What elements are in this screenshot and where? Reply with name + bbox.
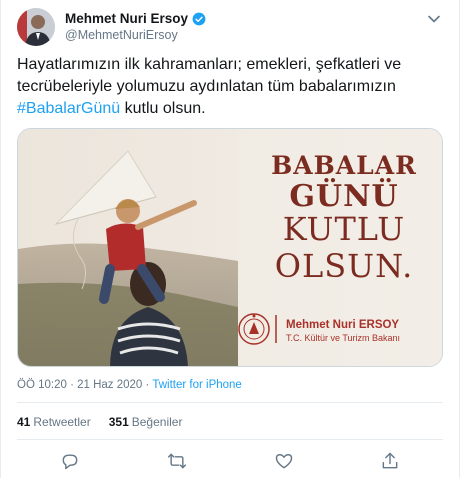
hashtag-link[interactable]: #BabalarGünü: [17, 100, 120, 117]
tweet-header: Mehmet Nuri Ersoy @MehmetNuriErsoy: [17, 8, 443, 48]
retweets-stat[interactable]: 41 Retweetler: [17, 415, 91, 429]
image-title-line1: BABALAR: [271, 151, 417, 180]
verified-badge-icon: [192, 12, 206, 25]
tweet-text-line: tecrübeleriyle yolumuzu aydınlatan tüm b…: [17, 78, 396, 95]
tweet-text-line: #BabalarGünü kutlu olsun.: [17, 98, 441, 120]
avatar[interactable]: [17, 8, 55, 46]
tweet-actions: [1, 450, 459, 472]
reply-icon: [62, 454, 78, 470]
like-icon: [275, 454, 293, 469]
tweet-stats: 41 Retweetler 351 Beğeniler: [17, 415, 182, 429]
author-name[interactable]: Mehmet Nuri Ersoy: [65, 11, 188, 26]
author-block: Mehmet Nuri Ersoy @MehmetNuriErsoy: [65, 11, 206, 42]
divider: [17, 439, 443, 440]
signature-title: T.C. Kültür ve Turizm Bakanı: [286, 333, 400, 343]
author-handle[interactable]: @MehmetNuriErsoy: [65, 28, 206, 42]
ministry-emblem-icon: [238, 313, 270, 345]
more-options-button[interactable]: [425, 10, 443, 28]
meta-separator: ·: [66, 379, 78, 391]
tweet-text-line: Hayatlarımızın ilk kahramanları; emekler…: [17, 56, 402, 73]
tweet-source-link[interactable]: Twitter for iPhone: [152, 379, 241, 391]
likes-label: Beğeniler: [131, 415, 183, 429]
share-button[interactable]: [379, 450, 401, 472]
meta-separator: ·: [142, 379, 153, 391]
retweets-label: Retweetler: [33, 415, 91, 429]
tweet-image[interactable]: BABALAR GÜNÜ KUTLU OLSUN. Mehmet Nuri ER…: [17, 128, 443, 367]
tweet-date[interactable]: 21 Haz 2020: [77, 379, 142, 391]
avatar-portrait-icon: [17, 8, 55, 46]
author-name-row: Mehmet Nuri Ersoy: [65, 11, 206, 26]
chevron-down-icon: [428, 15, 440, 23]
tweet-timestamp: ÖÖ 10:20 · 21 Haz 2020 · Twitter for iPh…: [17, 379, 242, 391]
retweet-icon: [167, 453, 187, 469]
tweet-time[interactable]: ÖÖ 10:20: [17, 379, 67, 391]
signature-name: Mehmet Nuri ERSOY: [286, 319, 399, 331]
tweet-text-tail: kutlu olsun.: [120, 100, 206, 117]
image-title-line2: GÜNÜ: [289, 177, 398, 214]
fathers-day-image: BABALAR GÜNÜ KUTLU OLSUN. Mehmet Nuri ER…: [18, 129, 442, 366]
likes-stat[interactable]: 351 Beğeniler: [109, 415, 183, 429]
tweet-text: Hayatlarımızın ilk kahramanları; emekler…: [17, 54, 441, 120]
image-title-line4: OLSUN.: [275, 247, 414, 285]
image-title-line3: KUTLU: [283, 210, 406, 248]
likes-count: 351: [108, 415, 129, 429]
like-button[interactable]: [273, 450, 295, 472]
tweet-card: Mehmet Nuri Ersoy @MehmetNuriErsoy Hayat…: [0, 0, 460, 478]
retweet-button[interactable]: [166, 450, 188, 472]
divider: [17, 402, 443, 403]
reply-button[interactable]: [59, 450, 81, 472]
retweets-count: 41: [17, 415, 31, 429]
share-icon: [382, 452, 398, 469]
